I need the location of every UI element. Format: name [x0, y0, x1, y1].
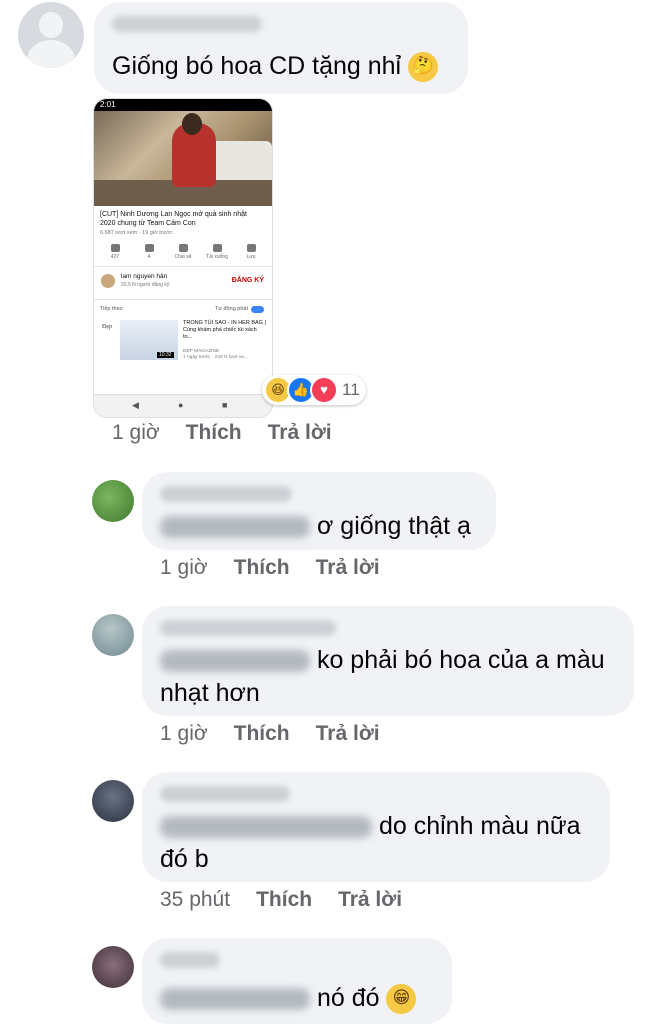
phone-status-bar: 2:01 — [94, 99, 272, 111]
rec-channel-meta: ĐẸP MAGAZINE 1 ngày trước · 226 N lượt xe… — [183, 349, 248, 360]
video-meta: 6.687 lượt xem · 19 giờ trước — [100, 230, 173, 236]
reply-button[interactable]: Trả lời — [268, 421, 332, 445]
mention-redacted[interactable] — [160, 516, 310, 539]
comment-actions: 1 giờ Thích Trả lời — [160, 556, 380, 580]
mention-redacted[interactable] — [160, 650, 310, 673]
download-action: Tải xuống — [205, 244, 229, 260]
comment-time[interactable]: 1 giờ — [112, 421, 160, 445]
comment-actions: 1 giờ Thích Trả lời — [160, 722, 380, 746]
like-button[interactable]: Thích — [186, 421, 242, 445]
home-icon: ● — [178, 400, 184, 410]
mention-redacted[interactable] — [160, 816, 372, 839]
up-next-row: Tiếp theo Tự động phát — [94, 304, 272, 316]
comment-text: ko phải bó hoa của a màu nhạt hơn — [160, 646, 605, 707]
channel-row: lam nguyen hân 25,5 N người đăng ký ĐĂNG… — [94, 271, 272, 295]
reply-button[interactable]: Trả lời — [316, 722, 380, 746]
like-button[interactable]: Thích — [256, 888, 312, 912]
avatar[interactable] — [92, 480, 134, 522]
reaction-count: 11 — [342, 380, 360, 399]
comment-text: do chỉnh màu nữa đó b — [160, 812, 581, 873]
like-count: 427 — [103, 244, 127, 260]
recommended-video: Đẹp 10:32 TRONG TÚI SAO - IN HER BAG | C… — [94, 316, 272, 366]
comment-text: nó đó 😁 — [160, 982, 417, 1015]
avatar[interactable] — [92, 946, 134, 988]
avatar[interactable] — [92, 780, 134, 822]
autoplay-toggle-icon — [251, 306, 264, 313]
comment-bubble: ơ giống thật ạ — [142, 472, 496, 550]
comment-actions: 1 giờ Thích Trả lời — [112, 421, 332, 445]
rec-duration: 10:32 — [157, 352, 174, 358]
commenter-name-redacted[interactable] — [160, 486, 292, 502]
commenter-name-redacted[interactable] — [160, 620, 336, 636]
comment-text: Giống bó hoa CD tặng nhỉ 🤔 — [112, 50, 439, 83]
comment-actions: 35 phút Thích Trả lời — [160, 888, 402, 912]
comment-bubble: nó đó 😁 — [142, 938, 452, 1024]
subscribe-label: ĐĂNG KÝ — [231, 277, 264, 284]
love-reaction-icon: ♥ — [310, 376, 338, 404]
reply-button[interactable]: Trả lời — [316, 556, 380, 580]
mention-redacted[interactable] — [160, 988, 310, 1011]
like-button[interactable]: Thích — [234, 556, 290, 580]
avatar[interactable] — [92, 614, 134, 656]
comment-text: ơ giống thật ạ — [160, 510, 471, 543]
reply-button[interactable]: Trả lời — [338, 888, 402, 912]
comment-time[interactable]: 35 phút — [160, 888, 230, 912]
back-icon: ◀ — [132, 400, 139, 410]
dislike-count: 4 — [137, 244, 161, 260]
share-action: Chia sẻ — [171, 244, 195, 260]
commenter-name-redacted[interactable] — [160, 786, 290, 802]
comment-bubble: Giống bó hoa CD tặng nhỉ 🤔 — [94, 2, 468, 94]
reaction-summary[interactable]: 😆 👍 ♥ 11 — [262, 375, 366, 405]
avatar[interactable] — [18, 2, 84, 68]
rec-title: TRONG TÚI SAO - IN HER BAG | Cùng khám p… — [183, 320, 266, 340]
comment-time[interactable]: 1 giờ — [160, 556, 208, 580]
channel-name: lam nguyen hân — [121, 273, 168, 280]
android-nav-bar: ◀ ● ■ — [94, 394, 272, 417]
video-title: [CUT] Ninh Dương Lan Ngọc mở quà sinh nh… — [100, 211, 247, 227]
video-thumbnail — [94, 111, 272, 206]
save-action: Lưu — [239, 244, 263, 260]
rec-logo: Đẹp — [102, 324, 112, 330]
commenter-name-redacted[interactable] — [112, 16, 262, 32]
up-next-label: Tiếp theo — [100, 306, 123, 312]
channel-subscribers: 25,5 N người đăng ký — [121, 282, 170, 288]
comment-bubble: ko phải bó hoa của a màu nhạt hơn — [142, 606, 634, 716]
autoplay-label: Tự động phát — [214, 306, 248, 312]
channel-avatar — [101, 274, 115, 288]
thinking-face-icon: 🤔 — [408, 52, 439, 83]
comment-time[interactable]: 1 giờ — [160, 722, 208, 746]
attached-screenshot[interactable]: 2:01 [CUT] Ninh Dương Lan Ngọc mở quà si… — [93, 98, 273, 418]
like-button[interactable]: Thích — [234, 722, 290, 746]
recents-icon: ■ — [222, 400, 228, 410]
grinning-face-icon: 😁 — [386, 984, 417, 1015]
video-actions: 427 4 Chia sẻ Tải xuống Lưu — [94, 238, 272, 262]
commenter-name-redacted[interactable] — [160, 952, 220, 968]
comment-bubble: do chỉnh màu nữa đó b — [142, 772, 610, 882]
